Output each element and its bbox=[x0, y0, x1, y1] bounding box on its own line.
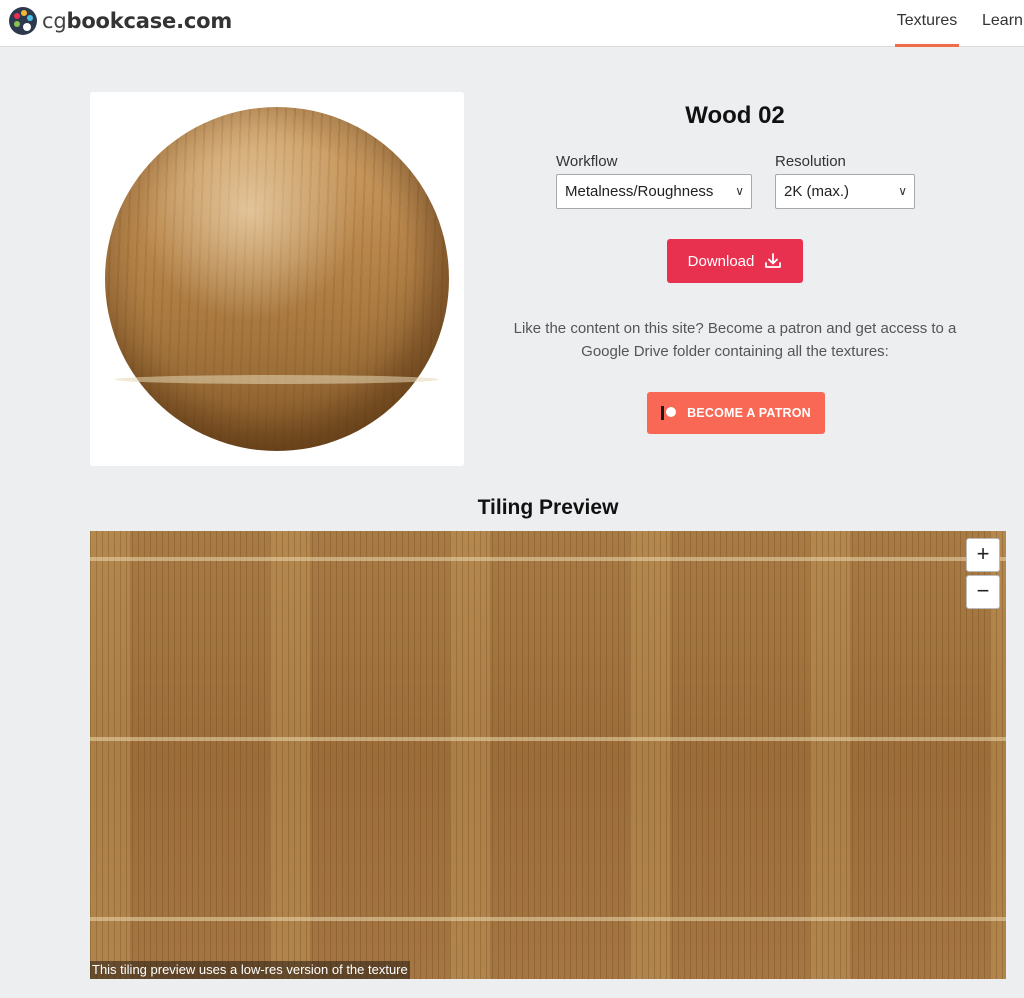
nav-learn[interactable]: Learn bbox=[982, 0, 1024, 47]
tiling-preview-title: Tiling Preview bbox=[477, 496, 619, 519]
zoom-out-button[interactable]: − bbox=[966, 575, 1000, 609]
workflow-select[interactable]: Metalness/Roughness ∨ bbox=[556, 174, 752, 209]
nav-textures[interactable]: Textures bbox=[895, 0, 959, 47]
material-preview-card bbox=[90, 92, 464, 466]
download-button[interactable]: Download bbox=[667, 239, 803, 283]
patreon-icon bbox=[661, 406, 677, 420]
material-sphere-preview bbox=[105, 107, 449, 451]
become-patron-button[interactable]: BECOME A PATRON bbox=[647, 392, 825, 434]
resolution-label: Resolution bbox=[775, 153, 846, 170]
download-icon bbox=[765, 253, 782, 268]
workflow-label: Workflow bbox=[556, 153, 618, 170]
chevron-down-icon: ∨ bbox=[735, 184, 744, 198]
site-logo-text: cgbookcase.com bbox=[42, 9, 233, 33]
become-patron-label: BECOME A PATRON bbox=[687, 406, 811, 420]
resolution-select[interactable]: 2K (max.) ∨ bbox=[775, 174, 915, 209]
zoom-in-button[interactable]: + bbox=[966, 538, 1000, 572]
tiling-preview-canvas[interactable] bbox=[90, 531, 1006, 979]
workflow-select-value: Metalness/Roughness bbox=[565, 183, 714, 200]
resolution-select-value: 2K (max.) bbox=[784, 183, 850, 200]
site-header: cgbookcase.com Textures Learn bbox=[0, 0, 1024, 47]
patron-promo-text: Like the content on this site? Become a … bbox=[513, 320, 957, 360]
download-button-label: Download bbox=[687, 252, 755, 270]
tiling-preview-caption: This tiling preview uses a low-res versi… bbox=[90, 961, 410, 979]
site-logo[interactable]: cgbookcase.com bbox=[8, 6, 232, 36]
palette-icon bbox=[9, 7, 37, 35]
texture-title: Wood 02 bbox=[685, 102, 785, 129]
chevron-down-icon: ∨ bbox=[898, 184, 907, 198]
